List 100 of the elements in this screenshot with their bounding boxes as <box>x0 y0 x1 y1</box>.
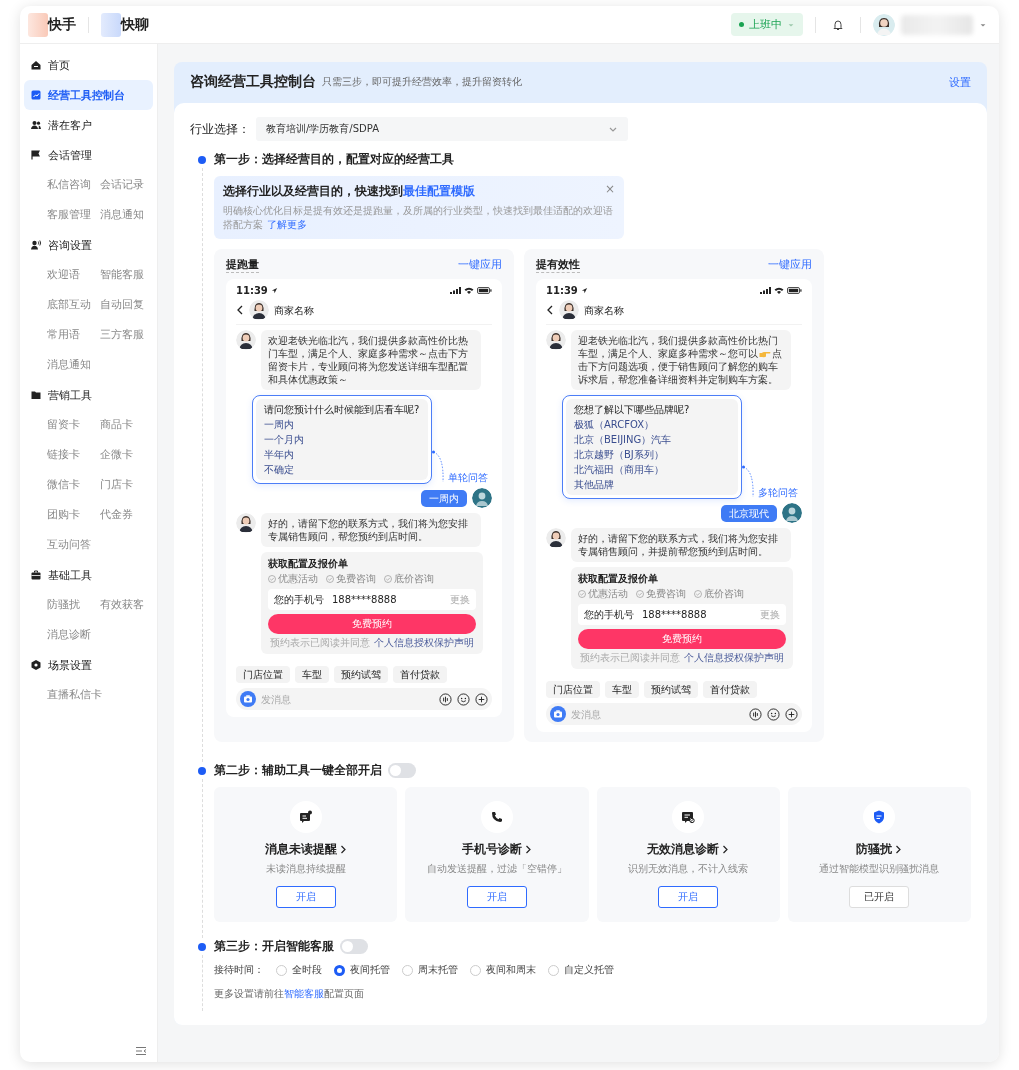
back-icon[interactable] <box>546 305 554 315</box>
user-avatar[interactable] <box>873 13 895 36</box>
sidebar-subitem[interactable]: 防骚扰 <box>47 590 100 620</box>
phone-field[interactable]: 您的手机号 188****8888 更换 <box>268 589 476 610</box>
quick-reply-chip[interactable]: 门店位置 <box>236 666 290 683</box>
sidebar-subitem[interactable]: 代金券 <box>100 500 153 530</box>
sidebar-subitem[interactable]: 消息通知 <box>47 350 100 380</box>
enable-button[interactable]: 已开启 <box>849 886 910 908</box>
sidebar-subitem[interactable]: 自动回复 <box>100 290 153 320</box>
answer-option[interactable]: 极狐（ARCFOX） <box>574 418 730 431</box>
tool-description: 识别无效消息，不计入线索 <box>628 862 749 876</box>
sidebar-subitem[interactable]: 三方客服 <box>100 320 153 350</box>
quick-reply-chip[interactable]: 预约试驾 <box>334 666 388 683</box>
radio-option[interactable]: 夜间和周末 <box>470 963 536 977</box>
sidebar-subitem[interactable]: 有效获客 <box>100 590 153 620</box>
sidebar-subitem[interactable]: 链接卡 <box>47 440 100 470</box>
camera-icon[interactable] <box>550 706 566 722</box>
book-button[interactable]: 免费预约 <box>578 629 786 649</box>
settings-link[interactable]: 设置 <box>949 74 971 90</box>
plus-icon[interactable] <box>475 692 488 706</box>
enable-button[interactable]: 开启 <box>658 886 719 908</box>
back-icon[interactable] <box>236 305 244 315</box>
quick-reply-chip[interactable]: 首付贷款 <box>393 666 447 683</box>
smart-service-link[interactable]: 智能客服 <box>284 988 324 999</box>
consent-note: 预约表示已阅读并同意 个人信息授权保护声明 <box>269 636 475 649</box>
phone-field[interactable]: 您的手机号 188****8888 更换 <box>578 604 786 625</box>
flag-icon <box>30 149 42 161</box>
quick-reply-chip[interactable]: 预约试驾 <box>644 681 698 698</box>
quick-reply-chip[interactable]: 车型 <box>605 681 639 698</box>
enable-button[interactable]: 开启 <box>466 886 527 908</box>
sidebar-item[interactable]: 首页 <box>24 50 153 80</box>
sidebar-subitem[interactable]: 商品卡 <box>100 410 153 440</box>
voice-icon[interactable] <box>439 692 452 706</box>
enable-button[interactable]: 开启 <box>275 886 336 908</box>
radio-option[interactable]: 全时段 <box>276 963 322 977</box>
toggle-switch[interactable] <box>388 763 416 778</box>
sidebar-subitem[interactable]: 团购卡 <box>47 500 100 530</box>
annotation-label: 单轮问答 <box>448 471 488 484</box>
form-title: 获取配置及报价单 <box>268 557 349 570</box>
radio-option[interactable]: 夜间托管 <box>334 963 390 977</box>
sidebar-item[interactable]: 咨询设置 <box>24 230 153 260</box>
quick-reply-chip[interactable]: 门店位置 <box>546 681 600 698</box>
sidebar-subitem[interactable]: 私信咨询 <box>47 170 100 200</box>
radio-option[interactable]: 自定义托管 <box>548 963 614 977</box>
sidebar-subitem[interactable]: 底部互动 <box>47 290 100 320</box>
voice-icon[interactable] <box>749 707 762 721</box>
collapse-icon[interactable] <box>135 1046 147 1056</box>
privacy-link[interactable]: 个人信息授权保护声明 <box>683 652 784 663</box>
sidebar-item[interactable]: 基础工具 <box>24 560 153 590</box>
privacy-link[interactable]: 个人信息授权保护声明 <box>373 637 474 648</box>
answer-option[interactable]: 不确定 <box>264 463 420 476</box>
radio-option[interactable]: 周末托管 <box>402 963 458 977</box>
answer-option[interactable]: 半年内 <box>264 448 420 461</box>
sidebar-subitem[interactable]: 企微卡 <box>100 440 153 470</box>
quick-reply-chip[interactable]: 车型 <box>295 666 329 683</box>
tool-link[interactable]: 防骚扰 <box>856 841 903 858</box>
sidebar-subitem[interactable]: 留资卡 <box>47 410 100 440</box>
sidebar-subitem[interactable]: 消息诊断 <box>47 620 100 650</box>
sidebar-item[interactable]: 经营工具控制台 <box>24 80 153 110</box>
answer-option[interactable]: 北京越野（BJ系列） <box>574 448 730 461</box>
book-button[interactable]: 免费预约 <box>268 614 476 634</box>
sidebar-subitem[interactable]: 欢迎语 <box>47 260 100 290</box>
sidebar-subitem[interactable]: 常用语 <box>47 320 100 350</box>
toggle-switch[interactable] <box>340 939 368 954</box>
sidebar-subitem[interactable]: 消息通知 <box>100 200 153 230</box>
sidebar-subitem[interactable]: 客服管理 <box>47 200 100 230</box>
apply-link[interactable]: 一键应用 <box>458 257 502 273</box>
chat-bubble: 欢迎老铁光临北汽，我们提供多款高性价比热门车型，满足个人、家庭多种需求～点击下方留资卡片，专业顾问将为您发送详细车型配置和具体优惠政策～ <box>261 330 481 390</box>
tool-link[interactable]: 无效消息诊断 <box>647 841 730 858</box>
sidebar-item[interactable]: 潜在客户 <box>24 110 153 140</box>
sidebar-subitem[interactable]: 智能客服 <box>100 260 153 290</box>
answer-option[interactable]: 北京（BEIJING）汽车 <box>574 433 730 446</box>
camera-icon[interactable] <box>240 691 256 707</box>
contact-name: 商家名称 <box>584 303 624 317</box>
close-button[interactable]: × <box>604 183 615 200</box>
quick-reply-chip[interactable]: 首付贷款 <box>703 681 757 698</box>
sidebar-subitem[interactable]: 直播私信卡 <box>47 680 102 710</box>
answer-option[interactable]: 北汽福田（商用车） <box>574 463 730 476</box>
tool-link[interactable]: 消息未读提醒 <box>264 841 347 858</box>
answer-option[interactable]: 一个月内 <box>264 433 420 446</box>
answer-option[interactable]: 其他品牌 <box>574 478 730 491</box>
logo-icon <box>101 12 121 37</box>
emoji-icon[interactable] <box>767 707 780 721</box>
industry-select[interactable]: 教育培训/学历教育/SDPA <box>256 117 628 141</box>
sidebar-subitem[interactable]: 微信卡 <box>47 470 100 500</box>
apply-link[interactable]: 一键应用 <box>768 257 812 273</box>
bell-icon[interactable] <box>832 18 844 31</box>
page-title: 咨询经营工具控制台 <box>190 73 316 91</box>
sidebar-item[interactable]: 会话管理 <box>24 140 153 170</box>
hexagon-icon <box>30 659 42 671</box>
plus-icon[interactable] <box>785 707 798 721</box>
sidebar-subitem[interactable]: 门店卡 <box>100 470 153 500</box>
sidebar-item[interactable]: 营销工具 <box>24 380 153 410</box>
answer-option[interactable]: 一周内 <box>264 418 420 431</box>
tool-link[interactable]: 手机号诊断 <box>461 841 532 858</box>
sidebar-subitem[interactable]: 会话记录 <box>100 170 153 200</box>
sidebar-subitem[interactable]: 互动问答 <box>47 530 100 560</box>
sidebar-item[interactable]: 场景设置 <box>24 650 153 680</box>
learn-more-link[interactable]: 了解更多 <box>267 219 307 230</box>
emoji-icon[interactable] <box>457 692 470 706</box>
